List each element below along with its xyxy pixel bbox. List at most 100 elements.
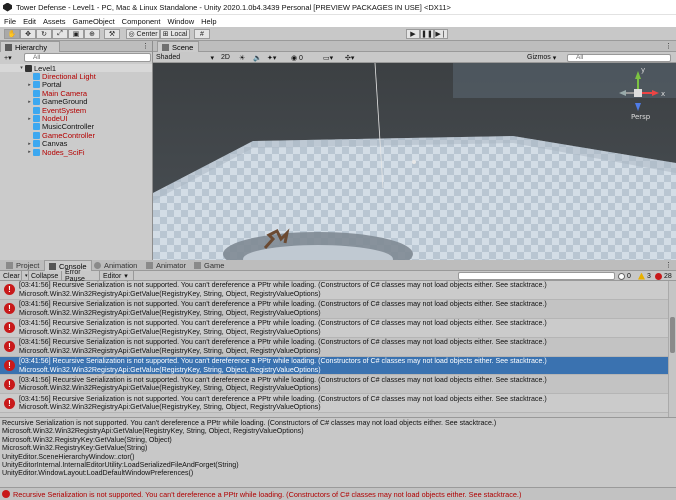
error-count: 28 [664,272,672,280]
stacktrace-line[interactable]: UnityEditor.SceneHierarchyWindow:.ctor() [2,453,676,461]
scene-search-input[interactable]: All [567,53,671,62]
console-log-entry[interactable]: ! [03:41:56] Recursive Serialization is n… [0,281,668,300]
gizmos-label: Gizmos [527,54,551,61]
error-icon: ! [4,322,15,334]
error-count-toggle[interactable]: 28 [655,271,672,281]
console-search-input[interactable] [458,272,615,280]
menu-window[interactable]: Window [167,17,194,26]
menu-help[interactable]: Help [201,17,216,26]
rect-tool-button[interactable]: ▣ [68,29,84,39]
console-log-entry[interactable]: ! [03:41:56] Recursive Serialization is n… [0,394,668,414]
hierarchy-item[interactable]: Directional Light [0,72,152,81]
gizmos-dropdown[interactable]: Gizmos ▾ [527,53,563,62]
console-log-entry[interactable]: ! [03:41:56] Recursive Serialization is n… [0,337,668,357]
hidden-objects-toggle[interactable]: ◉ 0 [291,53,303,62]
menu-gameobject[interactable]: GameObject [73,17,115,26]
hierarchy-tree: ▾ Level1 Directional Light ▸ Portal Main Came… [0,64,152,157]
stacktrace-line[interactable]: UnityEditorInternal.InternalEditorUtilit… [2,461,676,469]
menu-bar: File Edit Assets GameObject Component Wi… [0,15,676,27]
tab-animation[interactable]: Animation [90,260,141,271]
console-scrollbar[interactable] [668,281,676,417]
move-tool-button[interactable]: ✥ [20,29,36,39]
tab-animator[interactable]: Animator [142,260,190,271]
scene-icon [25,64,32,72]
create-dropdown-button[interactable]: +▾ [4,54,12,62]
console-log-list: ! [03:41:56] Recursive Serialization is n… [0,281,668,417]
clear-button[interactable]: Clear [0,271,22,281]
scene-viewport[interactable]: y x Persp [153,63,676,260]
persp-label[interactable]: Persp [631,113,651,121]
stacktrace-line[interactable]: Microsoft.Win32.RegistryKey:GetValue(Str… [2,444,676,452]
scene-camera-button[interactable]: ▭▾ [323,53,333,62]
audio-toggle[interactable]: 🔈 [253,53,262,62]
hand-tool-button[interactable]: ✋ [4,29,20,39]
gameobject-icon [33,148,40,156]
effects-toggle[interactable]: ✦▾ [267,53,276,62]
menu-edit[interactable]: Edit [23,17,36,26]
stacktrace-line[interactable]: UnityEditor.WindowLayout:LoadDefaultWind… [2,469,676,477]
stacktrace-line[interactable]: Microsoft.Win32.RegistryKey:GetValue(Str… [2,436,676,444]
pivot-rotation-toggle[interactable]: ⊞ Local [160,29,190,39]
tab-hierarchy[interactable]: Hierarchy [0,41,60,52]
expand-arrow-icon[interactable]: ▸ [26,141,33,147]
expand-arrow-icon[interactable]: ▸ [26,149,33,155]
error-icon: ! [4,341,15,353]
custom-tool-icon: ⚒ [108,31,116,38]
pause-button[interactable]: ❚❚ [420,29,434,39]
tab-scene[interactable]: Scene [157,41,199,52]
hierarchy-item[interactable]: EventSystem [0,106,152,115]
status-bar[interactable]: Recursive Serialization is not supported… [0,487,676,500]
transform-tool-button[interactable]: ⊕ [84,29,100,39]
warning-count-toggle[interactable]: 3 [638,271,651,281]
log-stack-first-line: Microsoft.Win32.Win32RegistryApi:GetValu… [19,327,321,336]
menu-file[interactable]: File [4,17,16,26]
tools-overlay-button[interactable]: ✣▾ [345,53,354,62]
lighting-toggle[interactable]: ☀ [239,53,245,62]
scale-tool-button[interactable]: ⤢ [52,29,68,39]
scene-tab-label: Scene [172,42,194,52]
info-count-toggle[interactable]: 0 [618,271,631,281]
tab-project[interactable]: Project [2,260,43,271]
gameobject-icon [33,89,40,97]
expand-arrow-icon[interactable]: ▸ [26,82,33,88]
menu-assets[interactable]: Assets [43,17,66,26]
console-log-entry[interactable]: ! [03:41:56] Recursive Serialization is n… [0,299,668,319]
log-entry-text: [03:41:56] Recursive Serialization is no… [19,357,547,374]
play-button[interactable]: ▶ [406,29,420,39]
editor-dropdown[interactable]: Editor ▾ [100,271,134,281]
step-button[interactable]: ▶❘ [434,29,448,39]
grid-snap-icon: # [200,30,204,38]
console-panel-menu-icon[interactable]: ⋮ [665,261,672,269]
rotate-tool-button[interactable]: ↻ [36,29,52,39]
panel-menu-icon[interactable]: ⋮ [142,42,149,50]
stacktrace-line[interactable]: Microsoft.Win32.Win32RegistryApi:GetValu… [2,427,676,435]
grid-snap-button[interactable]: # [194,29,210,39]
expand-arrow-icon[interactable]: ▸ [26,99,33,105]
collapse-toggle[interactable]: Collapse [28,271,62,281]
console-log-entry[interactable]: ! [03:41:56] Recursive Serialization is n… [0,375,668,395]
pivot-center-toggle[interactable]: ◎ Center [126,29,160,39]
expand-arrow-icon[interactable]: ▸ [26,116,33,122]
console-log-entry[interactable]: ! [03:41:56] Recursive Serialization is n… [0,318,668,338]
animator-icon [146,262,153,269]
error-pause-toggle[interactable]: Error Pause [62,269,100,283]
custom-tool-button[interactable]: ⚒ [104,29,120,39]
menu-component[interactable]: Component [122,17,161,26]
hierarchy-search-input[interactable]: All [24,53,151,62]
scene-panel-menu-icon[interactable]: ⋮ [665,42,672,50]
hierarchy-item[interactable]: GameController [0,131,152,140]
animation-icon [94,262,101,269]
hierarchy-item[interactable]: ▸ Nodes_SciFi [0,148,152,157]
collapse-label: Collapse [31,272,59,280]
bottom-tabbar: Project Console Animation Animator Game … [0,260,676,271]
gameobject-icon [33,81,40,89]
console-log-entry[interactable]: ! [03:41:56] Recursive Serialization is n… [0,356,668,376]
log-message: [03:41:56] Recursive Serialization is no… [19,338,547,347]
mode-2d-toggle[interactable]: 2D [221,53,233,62]
scene-object-marker[interactable] [412,160,416,164]
expand-arrow-icon[interactable]: ▾ [18,65,25,71]
log-message: [03:41:56] Recursive Serialization is no… [19,319,547,328]
console-scrollbar-thumb[interactable] [670,317,675,353]
tab-game[interactable]: Game [190,260,228,271]
shading-mode-dropdown[interactable]: Shaded ▾ [156,53,214,62]
